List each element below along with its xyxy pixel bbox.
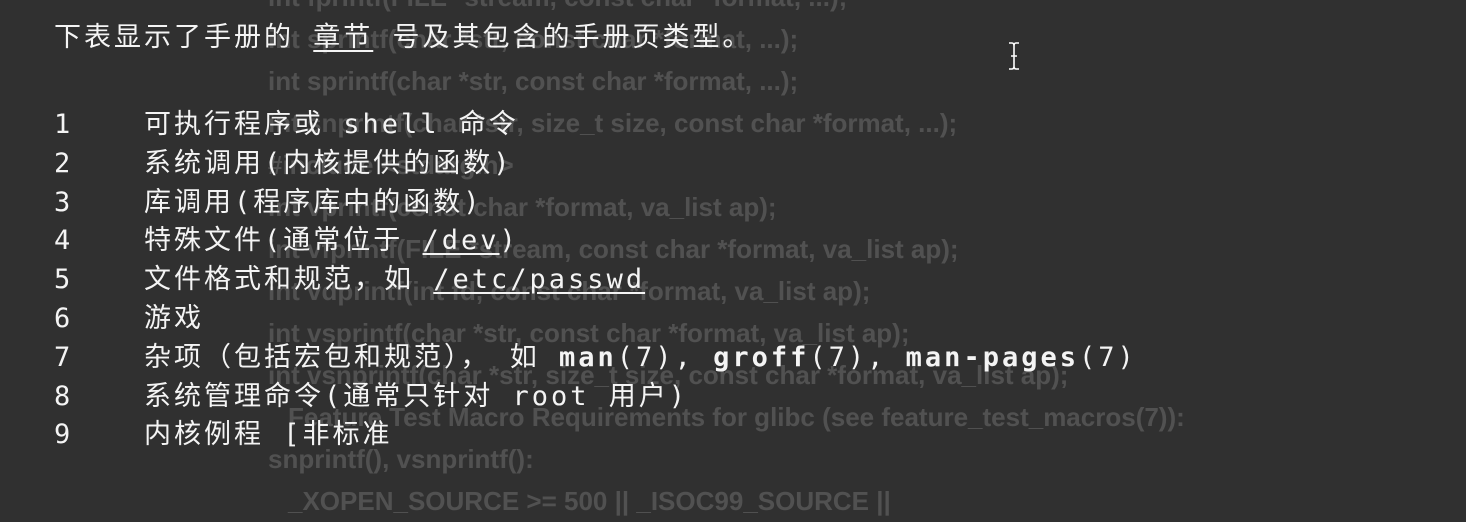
list-item: 7 杂项（包括宏包和规范）， 如 man(7), groff(7), man-p… <box>54 339 1137 378</box>
section-number: 4 <box>54 225 74 257</box>
groff-page-section: (7) <box>809 341 868 373</box>
section-number: 8 <box>54 380 74 412</box>
section-description: 可执行程序或 shell 命令 <box>144 106 519 145</box>
intro-text: 下表显示了手册的 章节 号及其包含的手册页类型。 <box>54 16 1137 60</box>
man-page-section: (7) <box>616 341 675 373</box>
ref-separator: , <box>867 341 906 373</box>
list-item: 1 可执行程序或 shell 命令 <box>54 106 1137 145</box>
text-cursor-icon <box>1009 42 1019 70</box>
section-description: 文件格式和规范，如 /etc/passwd <box>144 261 645 300</box>
section-text: 库调用(程序库中的函数) <box>144 186 483 218</box>
list-item: 8 系统管理命令(通常只针对 root 用户) <box>54 378 1137 417</box>
section-description: 特殊文件(通常位于 /dev) <box>144 222 519 261</box>
section-link[interactable]: 章节 <box>313 22 373 53</box>
list-item: 6 游戏 <box>54 300 1137 339</box>
section-text: 游戏 <box>144 302 204 334</box>
section-description: 库调用(程序库中的函数) <box>144 184 483 223</box>
section-number: 6 <box>54 302 74 334</box>
section-description: 游戏 <box>144 300 204 339</box>
section-text: 内核例程 [非标准 <box>144 419 393 451</box>
section-description: 系统管理命令(通常只针对 root 用户) <box>144 378 688 417</box>
man-pages-section: (7) <box>1078 341 1137 373</box>
section-description: 杂项（包括宏包和规范）， 如 man(7), groff(7), man-pag… <box>144 339 1137 378</box>
section-list: 1 可执行程序或 shell 命令 2 系统调用(内核提供的函数) 3 库调用(… <box>54 106 1137 455</box>
man-pages-ref[interactable]: man-pages <box>906 342 1079 373</box>
section-text: 杂项（包括宏包和规范）， 如 <box>144 341 560 373</box>
man-sections-overlay: 下表显示了手册的 章节 号及其包含的手册页类型。 1 可执行程序或 shell … <box>54 16 1137 455</box>
section-text: 系统调用(内核提供的函数) <box>144 147 513 179</box>
code-line: _XOPEN_SOURCE >= 500 || _ISOC99_SOURCE |… <box>288 486 891 516</box>
ref-separator: , <box>674 341 714 373</box>
section-number: 3 <box>54 186 74 218</box>
section-description: 系统调用(内核提供的函数) <box>144 145 513 184</box>
list-item: 3 库调用(程序库中的函数) <box>54 184 1137 223</box>
section-text: 特殊文件(通常位于 <box>144 225 423 257</box>
groff-page-ref[interactable]: groff <box>713 342 809 373</box>
section-number: 5 <box>54 264 74 296</box>
list-item: 9 内核例程 [非标准 <box>54 416 1137 455</box>
list-item: 4 特殊文件(通常位于 /dev) <box>54 222 1137 261</box>
list-item: 5 文件格式和规范，如 /etc/passwd <box>54 261 1137 300</box>
section-number: 9 <box>54 419 74 451</box>
intro-before: 下表显示了手册的 <box>54 22 314 53</box>
section-number: 2 <box>54 147 74 179</box>
section-description: 内核例程 [非标准 <box>144 416 393 455</box>
passwd-path-link[interactable]: /etc/passwd <box>433 264 645 295</box>
section-text: 系统管理命令(通常只针对 root 用户) <box>144 380 689 412</box>
section-text: 文件格式和规范，如 <box>144 264 434 296</box>
intro-after: 号及其包含的手册页类型。 <box>373 22 753 53</box>
section-number: 1 <box>54 109 74 140</box>
dev-path-link[interactable]: /dev <box>423 225 500 256</box>
list-item: 2 系统调用(内核提供的函数) <box>54 145 1137 184</box>
section-text-tail: ) <box>499 225 519 257</box>
section-number: 7 <box>54 341 74 373</box>
section-text: 可执行程序或 shell 命令 <box>144 109 519 140</box>
man-page-ref[interactable]: man <box>559 342 617 373</box>
